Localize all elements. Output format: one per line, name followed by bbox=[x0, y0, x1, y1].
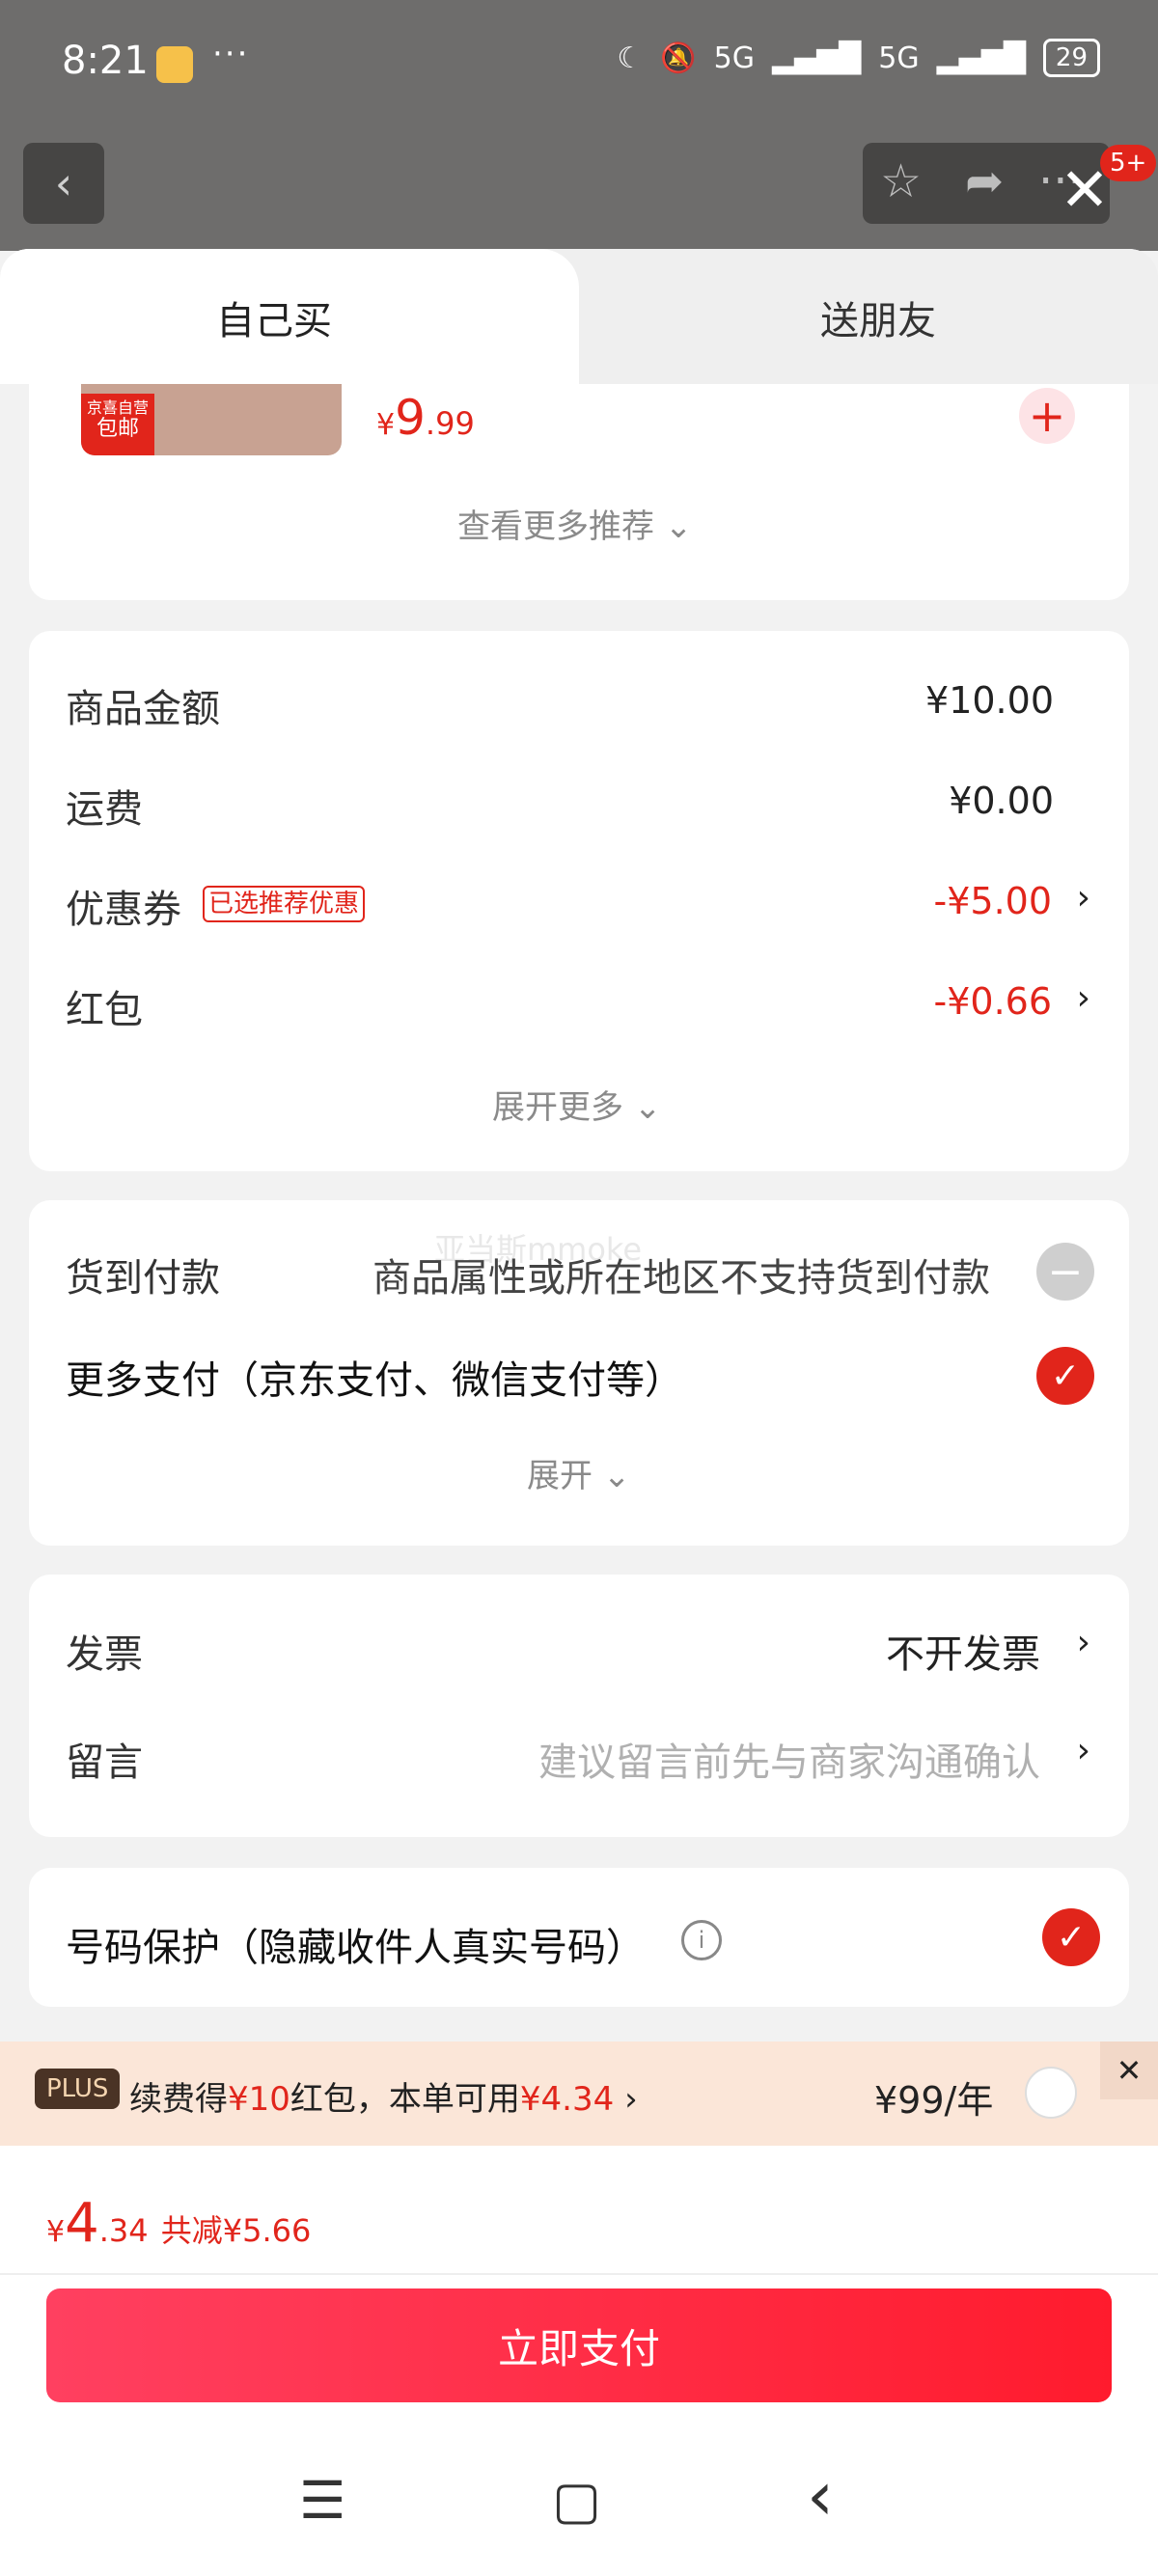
coupon-value[interactable]: -¥5.00 bbox=[934, 880, 1053, 922]
privacy-check-icon[interactable]: ✓ bbox=[1042, 1908, 1100, 1966]
notification-icon bbox=[156, 46, 193, 83]
home-icon[interactable]: ▢ bbox=[552, 2470, 601, 2531]
shipping-label: 运费 bbox=[66, 787, 143, 832]
battery-icon: 29 bbox=[1042, 39, 1100, 77]
red-packet-value[interactable]: -¥0.66 bbox=[934, 980, 1053, 1023]
red-packet-chevron-icon[interactable]: › bbox=[1077, 978, 1090, 1018]
goods-amount-label: 商品金额 bbox=[66, 687, 220, 731]
price-int: 9 bbox=[395, 390, 426, 446]
cod-label: 货到付款 bbox=[66, 1256, 220, 1301]
plus-icon: + bbox=[1028, 390, 1066, 442]
tab-bar: 自己买 送朋友 bbox=[0, 249, 1158, 384]
product-price: ¥9.99 bbox=[376, 390, 475, 446]
expand-payment-label: 展开 bbox=[527, 1457, 593, 1495]
expand-more-label: 展开更多 bbox=[492, 1088, 623, 1127]
chevron-down-icon: ⌄ bbox=[664, 507, 693, 546]
share-icon[interactable]: ➦ bbox=[965, 154, 1004, 208]
cod-note: 商品属性或所在地区不支持货到付款 bbox=[372, 1256, 990, 1301]
price-dec: .99 bbox=[425, 405, 475, 442]
product-tag-line1: 京喜自营 bbox=[86, 398, 149, 417]
star-icon[interactable]: ☆ bbox=[880, 154, 922, 208]
status-icons: ☾ 🔕 5G ▂▄▆█ 5G ▂▄▆█ 29 bbox=[617, 39, 1100, 77]
plus-amount-a: ¥10 bbox=[228, 2080, 290, 2119]
status-bar: 8:21 ··· ☾ 🔕 5G ▂▄▆█ 5G ▂▄▆█ 29 ‹ ☆ ➦ ··… bbox=[0, 0, 1158, 251]
see-more-recommend[interactable]: 查看更多推荐 ⌄ bbox=[457, 500, 692, 547]
plus-text-a: 续费得 bbox=[129, 2080, 228, 2119]
red-packet-label: 红包 bbox=[66, 988, 143, 1032]
invoice-chevron-icon[interactable]: › bbox=[1077, 1623, 1090, 1662]
coupon-label: 优惠券 bbox=[66, 888, 181, 932]
pay-now-button[interactable]: 立即支付 bbox=[46, 2288, 1112, 2402]
back-nav-icon[interactable]: ‹ bbox=[807, 2456, 834, 2535]
total-price: ¥4.34 共减¥5.66 bbox=[46, 2192, 311, 2255]
divider bbox=[0, 2273, 1158, 2275]
plus-price: ¥99/年 bbox=[874, 2079, 994, 2122]
total-dec: .34 bbox=[98, 2212, 149, 2249]
plus-radio[interactable] bbox=[1025, 2067, 1077, 2119]
memo-input[interactable]: 建议留言前先与商家沟通确认 bbox=[538, 1731, 1040, 1787]
total-saved: 共减¥5.66 bbox=[160, 2212, 312, 2249]
memo-label: 留言 bbox=[66, 1740, 143, 1785]
total-int: 4 bbox=[65, 2192, 99, 2255]
coupon-tag: 已选推荐优惠 bbox=[203, 886, 366, 922]
invoice-value[interactable]: 不开发票 bbox=[886, 1623, 1040, 1679]
status-time: 8:21 bbox=[62, 39, 149, 83]
plus-text: 续费得¥10红包，本单可用¥4.34 › bbox=[129, 2072, 638, 2120]
invoice-label: 发票 bbox=[66, 1632, 143, 1677]
privacy-card: 号码保护（隐藏收件人真实号码） i ✓ bbox=[29, 1868, 1129, 2007]
total-symbol: ¥ bbox=[46, 2215, 66, 2249]
coupon-chevron-icon[interactable]: › bbox=[1077, 878, 1090, 918]
plus-chip: PLUS bbox=[35, 2069, 121, 2109]
chevron-down-icon: ⌄ bbox=[633, 1088, 662, 1127]
signal-icon-2: ▂▄▆█ bbox=[936, 41, 1026, 75]
tab-gift-label[interactable]: 送朋友 bbox=[820, 289, 936, 345]
payment-card: 亚当斯mmoke 货到付款 商品属性或所在地区不支持货到付款 − 更多支付（京东… bbox=[29, 1200, 1129, 1546]
close-icon[interactable]: ✕ bbox=[1060, 160, 1110, 220]
signal-icon-1: ▂▄▆█ bbox=[771, 41, 862, 75]
plus-arrow-icon: › bbox=[624, 2080, 638, 2119]
shipping-value: ¥0.00 bbox=[949, 780, 1054, 822]
product-image[interactable]: 京喜自营 包邮 bbox=[81, 384, 342, 455]
recommend-card: 京喜自营 包邮 ¥9.99 + 查看更多推荐 ⌄ bbox=[29, 384, 1129, 600]
tab-self-label[interactable]: 自己买 bbox=[216, 289, 332, 345]
signal-1: 5G bbox=[713, 41, 755, 75]
back-button[interactable]: ‹ bbox=[23, 143, 104, 224]
goods-amount-value: ¥10.00 bbox=[925, 679, 1054, 722]
expand-more-button[interactable]: 展开更多 ⌄ bbox=[492, 1081, 661, 1128]
menu-icon[interactable]: ☰ bbox=[299, 2470, 345, 2531]
expand-payment-button[interactable]: 展开 ⌄ bbox=[527, 1449, 630, 1496]
plus-amount-b: ¥4.34 bbox=[519, 2080, 615, 2119]
signal-2: 5G bbox=[878, 41, 920, 75]
plus-close-icon[interactable]: ✕ bbox=[1100, 2042, 1158, 2099]
price-summary-card: 商品金额 ¥10.00 运费 ¥0.00 优惠券 已选推荐优惠 -¥5.00 ›… bbox=[29, 631, 1129, 1171]
mute-icon: 🔕 bbox=[660, 41, 697, 75]
moon-icon: ☾ bbox=[617, 41, 644, 75]
price-symbol: ¥ bbox=[376, 408, 396, 442]
more-payment-label[interactable]: 更多支付（京东支付、微信支付等） bbox=[66, 1349, 683, 1405]
info-icon[interactable]: i bbox=[681, 1920, 722, 1960]
add-to-cart-button[interactable]: + bbox=[1019, 388, 1075, 444]
product-tag-line2: 包邮 bbox=[96, 417, 139, 441]
chevron-down-icon: ⌄ bbox=[602, 1457, 631, 1495]
cod-disabled-icon: − bbox=[1036, 1243, 1094, 1301]
invoice-card: 发票 不开发票 › 留言 建议留言前先与商家沟通确认 › bbox=[29, 1575, 1129, 1837]
chevron-left-icon: ‹ bbox=[54, 157, 73, 209]
privacy-label: 号码保护（隐藏收件人真实号码） bbox=[66, 1926, 645, 1970]
plus-text-b: 红包，本单可用 bbox=[290, 2080, 520, 2119]
more-payment-check-icon[interactable]: ✓ bbox=[1036, 1347, 1094, 1405]
product-tag: 京喜自营 包邮 bbox=[81, 394, 154, 455]
see-more-label: 查看更多推荐 bbox=[457, 507, 654, 546]
status-more: ··· bbox=[212, 35, 250, 73]
memo-chevron-icon[interactable]: › bbox=[1077, 1731, 1090, 1770]
plus-banner[interactable]: PLUS 续费得¥10红包，本单可用¥4.34 › ¥99/年 ✕ bbox=[0, 2042, 1158, 2146]
